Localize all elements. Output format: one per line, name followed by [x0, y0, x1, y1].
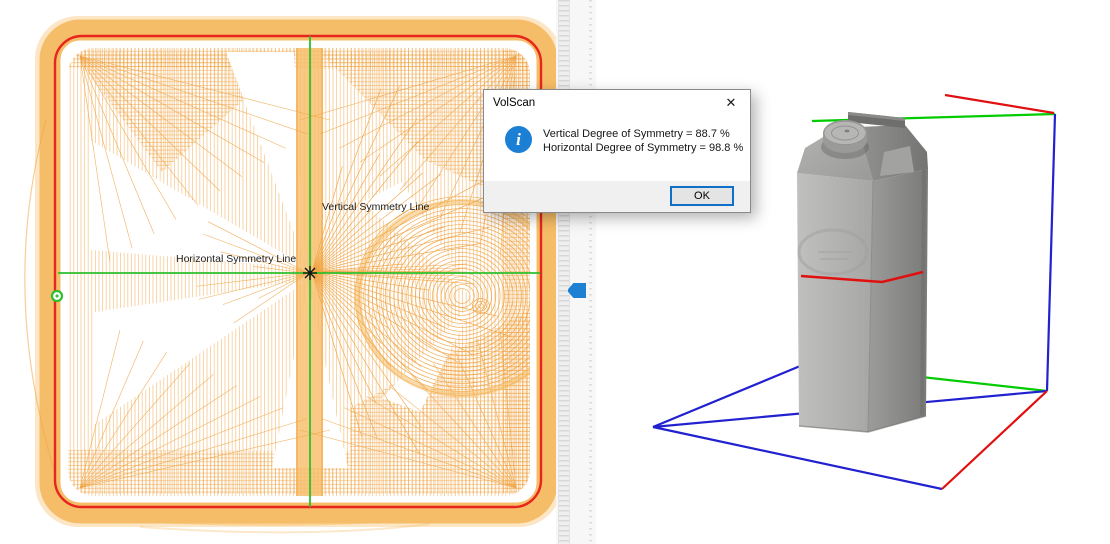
dialog-titlebar[interactable]: VolScan ✕	[484, 90, 750, 115]
splitter-grip-texture-2	[589, 0, 592, 544]
edge-marker-icon	[52, 291, 62, 301]
info-icon: i	[505, 126, 532, 153]
vertical-symmetry-label: Vertical Symmetry Line	[322, 201, 430, 213]
center-marker-icon	[303, 266, 317, 280]
splitter-grip-texture[interactable]	[558, 0, 570, 544]
vertical-symmetry-result: Vertical Degree of Symmetry = 88.7 %	[543, 128, 743, 142]
horizontal-symmetry-label: Horizontal Symmetry Line	[176, 253, 296, 265]
slice-view-panel[interactable]: Vertical Symmetry Line Horizontal Symmet…	[0, 0, 556, 544]
dialog-title: VolScan	[484, 97, 535, 109]
dialog-button-strip: OK	[484, 181, 750, 212]
close-icon[interactable]: ✕	[712, 90, 750, 115]
model-view-panel[interactable]	[596, 0, 1110, 544]
cap-top	[824, 122, 866, 145]
floor-left-back-edge	[653, 364, 805, 427]
ok-button[interactable]: OK	[670, 186, 734, 206]
horizontal-symmetry-result: Horizontal Degree of Symmetry = 98.8 %	[543, 142, 743, 156]
message-dialog: VolScan ✕ i Vertical Degree of Symmetry …	[483, 89, 751, 213]
panel-splitter[interactable]	[556, 0, 596, 544]
model-3d-canvas[interactable]	[596, 0, 1110, 544]
symmetry-slice-canvas[interactable]: Vertical Symmetry Line Horizontal Symmet…	[0, 0, 556, 544]
carton-3d-model	[797, 112, 928, 432]
volscan-window: Vertical Symmetry Line Horizontal Symmet…	[0, 0, 1110, 544]
box-top-red-edge	[945, 95, 1054, 113]
dialog-message: Vertical Degree of Symmetry = 88.7 % Hor…	[543, 126, 743, 155]
box-right-vertical-edge	[1047, 114, 1055, 391]
floor-front-red-edge	[942, 391, 1047, 489]
floor-front-left-edge	[653, 427, 942, 489]
splitter-collapse-arrow-icon[interactable]	[568, 283, 586, 298]
